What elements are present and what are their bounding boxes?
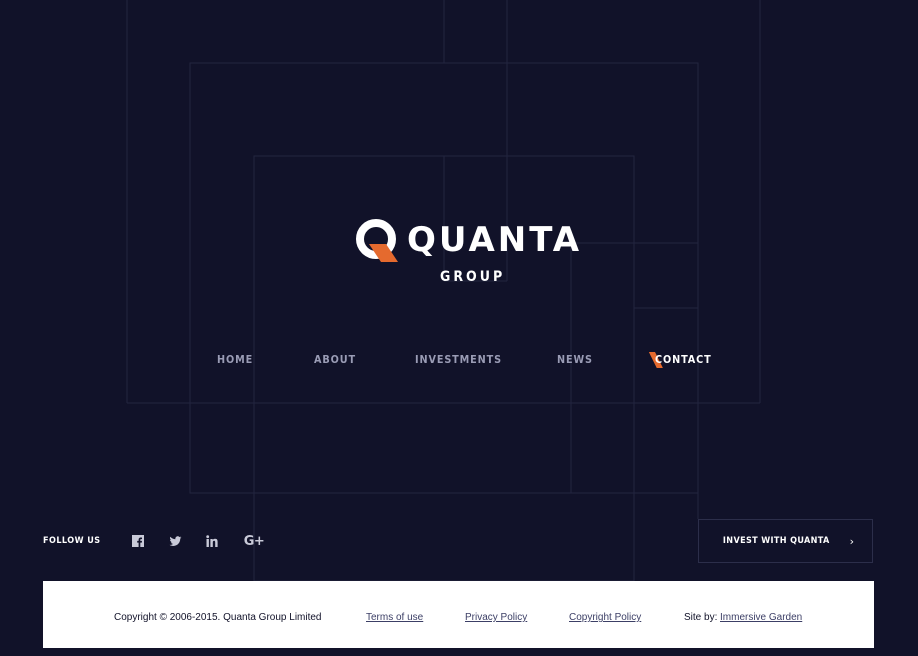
- copyright-text: Copyright © 2006-2015. Quanta Group Limi…: [114, 612, 322, 623]
- google-plus-text: G+: [243, 533, 265, 549]
- google-plus-icon[interactable]: G+: [242, 531, 266, 551]
- follow-us-label: FOLLOW US: [43, 536, 101, 546]
- invest-button-label: INVEST WITH QUANTA: [722, 536, 830, 546]
- twitter-icon[interactable]: [165, 531, 185, 551]
- nav-item-contact-label: CONTACT: [655, 353, 712, 366]
- nav-item-home[interactable]: HOME: [217, 352, 253, 368]
- main-nav: HOME ABOUT INVESTMENTS NEWS CONTACT: [0, 352, 918, 372]
- immersive-garden-link[interactable]: Immersive Garden: [720, 612, 802, 624]
- page: QUANTA GROUP HOME ABOUT INVESTMENTS NEWS…: [0, 0, 918, 656]
- nav-item-contact[interactable]: CONTACT: [648, 352, 712, 368]
- logo-q-mark-icon: [356, 219, 398, 262]
- nav-item-about[interactable]: ABOUT: [314, 352, 356, 368]
- footer-bar: Copyright © 2006-2015. Quanta Group Limi…: [43, 581, 874, 648]
- copyright-policy-link[interactable]: Copyright Policy: [569, 612, 641, 624]
- logo-group-text: GROUP: [440, 269, 506, 285]
- logo-wordmark: QUANTA: [407, 220, 583, 260]
- nav-item-investments[interactable]: INVESTMENTS: [415, 352, 502, 368]
- invest-with-quanta-button[interactable]: INVEST WITH QUANTA ›: [698, 519, 873, 563]
- chevron-right-icon: ›: [849, 534, 855, 548]
- quanta-logo[interactable]: QUANTA GROUP: [355, 216, 579, 288]
- linkedin-icon[interactable]: [202, 531, 222, 551]
- terms-of-use-link[interactable]: Terms of use: [366, 612, 423, 624]
- nav-item-news[interactable]: NEWS: [557, 352, 593, 368]
- facebook-icon[interactable]: [128, 531, 148, 551]
- privacy-policy-link[interactable]: Privacy Policy: [465, 612, 527, 624]
- site-by-label: Site by:: [684, 612, 718, 623]
